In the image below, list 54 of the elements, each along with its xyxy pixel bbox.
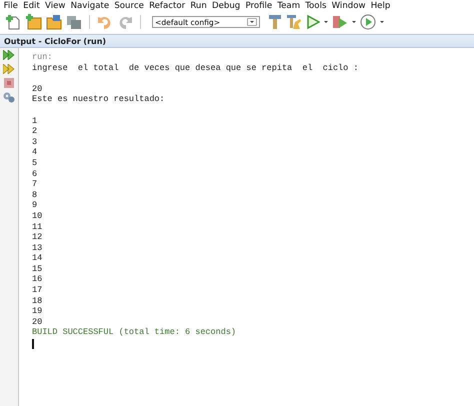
output-line: 11 xyxy=(32,222,44,232)
output-line: 3 xyxy=(32,136,38,148)
output-line: 16 xyxy=(32,274,44,286)
output-line: Este es nuestro resultado: xyxy=(32,94,166,105)
text-cursor xyxy=(32,339,34,350)
menu-item[interactable]: File xyxy=(1,1,21,11)
output-line: run: xyxy=(32,52,54,63)
output-line: 20 xyxy=(32,316,44,328)
output-title: Output - CicloFor (run) xyxy=(4,36,106,46)
output-line: 2 xyxy=(32,126,38,137)
menu-item[interactable]: Refactor xyxy=(146,1,188,11)
redo-icon[interactable] xyxy=(117,14,133,30)
menu-item[interactable]: Help xyxy=(368,1,393,11)
menu-item[interactable]: Edit xyxy=(20,1,42,11)
open-folder-icon[interactable] xyxy=(46,14,62,30)
build-status-line: BUILD SUCCESSFUL (total time: 6 seconds) xyxy=(32,327,238,338)
output-line: 9 xyxy=(32,200,38,211)
output-line: 20 xyxy=(32,84,44,94)
menu-item[interactable]: Debug xyxy=(209,1,243,11)
hammer-broom-icon[interactable] xyxy=(286,14,302,30)
output-line: ingrese el total de veces que desea que se repita el ciclo : xyxy=(32,62,358,74)
output-line: 1 xyxy=(32,116,38,126)
output-line: 7 xyxy=(32,179,38,190)
output-line: 10 xyxy=(32,210,44,222)
output-line: 17 xyxy=(32,285,44,296)
rerun-icon[interactable] xyxy=(3,64,15,74)
new-file-icon[interactable] xyxy=(6,14,22,30)
output-line: 13 xyxy=(32,242,44,254)
rerun-icon[interactable] xyxy=(3,50,15,60)
hammer-icon[interactable] xyxy=(268,14,282,30)
run-icon[interactable] xyxy=(306,14,320,30)
caret-icon[interactable] xyxy=(324,20,328,24)
output-line: 14 xyxy=(32,253,44,264)
output-line: 19 xyxy=(32,306,44,317)
output-line: 18 xyxy=(32,296,44,306)
output-line: 12 xyxy=(32,232,44,243)
output-line: 4 xyxy=(32,147,38,158)
caret-icon[interactable] xyxy=(352,20,356,24)
menu-item[interactable]: Window xyxy=(329,1,368,11)
output-line: 5 xyxy=(32,158,38,169)
menu-item[interactable]: Source xyxy=(112,1,146,11)
menu-item[interactable]: Tools xyxy=(302,1,330,11)
caret-icon[interactable] xyxy=(250,20,254,24)
caret-icon[interactable] xyxy=(380,20,384,24)
menu-item[interactable]: Team xyxy=(274,1,303,11)
undo-icon[interactable] xyxy=(97,14,113,30)
output-line: 15 xyxy=(32,264,44,274)
output-line: 8 xyxy=(32,190,38,200)
new-project-icon[interactable] xyxy=(26,14,42,30)
menu-item[interactable]: Run xyxy=(188,1,210,11)
menu-item[interactable]: Profile xyxy=(242,1,275,11)
menu-item[interactable]: View xyxy=(42,1,68,11)
output-line: 6 xyxy=(32,168,38,180)
menu-item[interactable]: Navigate xyxy=(68,1,112,11)
